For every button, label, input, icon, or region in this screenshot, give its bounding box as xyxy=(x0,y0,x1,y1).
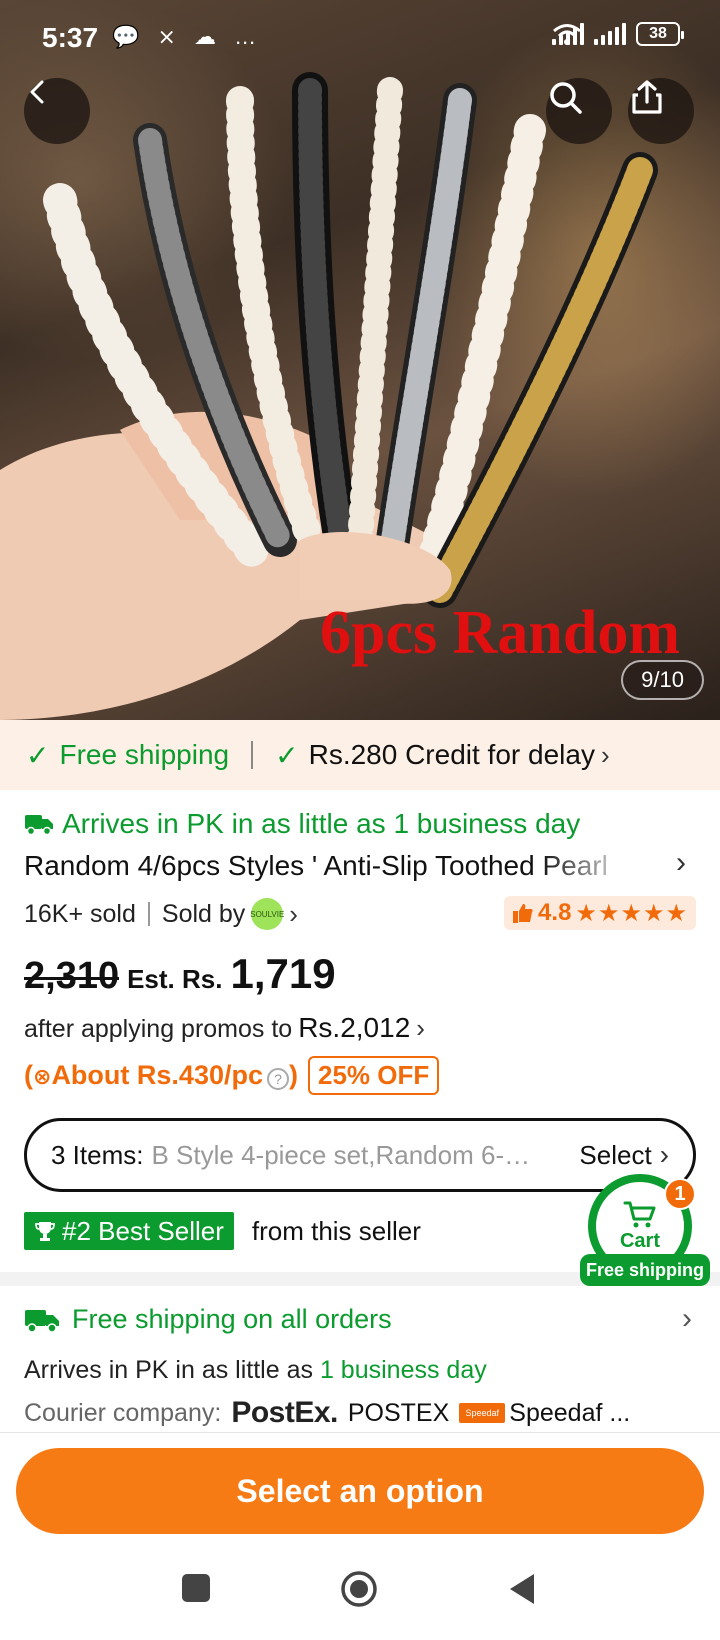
selector-value: B Style 4-piece set,Random 6-… xyxy=(151,1139,531,1170)
selector-label: 3 Items: xyxy=(51,1139,144,1170)
sold-by-label: Sold by xyxy=(161,899,246,928)
search-icon xyxy=(550,82,582,114)
courier-label: Courier company: xyxy=(24,1398,222,1427)
pieces-icon: ⊗ xyxy=(33,1064,52,1089)
back-nav-icon[interactable] xyxy=(506,1572,538,1606)
chevron-right-icon: › xyxy=(600,739,610,770)
product-meta: 16K+ sold Sold by SOULVIE › xyxy=(24,898,298,930)
discount-badge: 25% OFF xyxy=(307,1056,440,1095)
product-image[interactable]: 5:37 💬 ⨯ ☁ … 38 6pcs Random 9/10 xyxy=(0,0,720,720)
per-piece: (⊗About Rs.430/pc?) xyxy=(24,1060,298,1090)
delivery-truck-icon xyxy=(25,1309,59,1333)
per-piece-text: About Rs.430/pc xyxy=(51,1060,263,1090)
best-seller-row[interactable]: #2 Best Seller from this seller xyxy=(24,1212,421,1250)
rating-badge[interactable]: 4.8 ★★★★★ xyxy=(504,896,696,930)
delivery-truck-icon xyxy=(25,815,53,836)
courier-row: Courier company: PostEx. POSTEX Speedaf … xyxy=(24,1396,630,1430)
shipping-arrival: Arrives in PK in as little as 1 business… xyxy=(24,1356,487,1385)
status-time: 5:37 xyxy=(42,22,99,53)
divider xyxy=(147,902,150,926)
arrival-info: Arrives in PK in as little as 1 business… xyxy=(24,808,580,840)
arrival-text: Arrives in PK in as little as 1 business… xyxy=(62,808,581,839)
best-seller-text: #2 Best Seller xyxy=(62,1215,224,1246)
speedaf-logo: Speedaf xyxy=(459,1403,506,1423)
per-piece-row: (⊗About Rs.430/pc?) 25% OFF xyxy=(24,1056,440,1095)
cart-count-badge: 1 xyxy=(664,1178,696,1210)
promo-line[interactable]: after applying promos to Rs.2,012 › xyxy=(24,1012,425,1044)
back-button[interactable] xyxy=(24,78,90,144)
back-icon xyxy=(30,80,44,104)
free-shipping-label: Free shipping xyxy=(59,739,230,770)
speedaf-name: Speedaf ... xyxy=(509,1398,631,1427)
variant-selector[interactable]: 3 Items: B Style 4-piece set,Random 6-… … xyxy=(24,1118,696,1192)
promo-price: Rs.2,012 xyxy=(298,1012,411,1043)
original-price: 2,310 xyxy=(24,955,120,997)
shipping-heading[interactable]: Free shipping on all orders xyxy=(24,1304,392,1335)
sold-count: 16K+ sold xyxy=(24,899,136,928)
best-seller-badge: #2 Best Seller xyxy=(24,1212,234,1250)
select-option-button[interactable]: Select an option xyxy=(16,1448,704,1534)
chevron-right-icon[interactable]: › xyxy=(676,846,686,880)
thumbs-up-icon xyxy=(513,904,533,923)
chevron-right-icon: › xyxy=(416,1013,425,1043)
status-bar: 5:37 💬 ⨯ ☁ … 38 xyxy=(0,0,720,76)
arrival-prefix: Arrives in PK in as little as xyxy=(24,1356,313,1384)
credit-label: Rs.280 Credit for delay xyxy=(308,739,595,770)
status-right-icons: 38 xyxy=(552,22,684,46)
image-counter: 9/10 xyxy=(621,660,704,700)
star-icons: ★★★★★ xyxy=(575,899,688,927)
wifi-icon xyxy=(553,24,581,45)
help-icon[interactable]: ? xyxy=(266,1068,289,1090)
chevron-right-icon[interactable]: › xyxy=(289,899,298,930)
check-icon: ✓ xyxy=(275,739,299,771)
signal-icon xyxy=(594,23,626,45)
postex-name: POSTEX xyxy=(347,1398,450,1427)
share-icon xyxy=(632,80,662,114)
battery-indicator: 38 xyxy=(636,22,684,46)
est-label: Est. Rs. xyxy=(127,964,223,994)
seller-logo[interactable]: SOULVIE xyxy=(250,898,284,930)
check-icon: ✓ xyxy=(26,739,50,771)
price-row: 2,310 Est. Rs. 1,719 xyxy=(24,950,336,998)
divider xyxy=(251,741,254,769)
selector-action: Select xyxy=(579,1139,652,1170)
shipping-heading-text: Free shipping on all orders xyxy=(72,1304,392,1334)
est-price: 1,719 xyxy=(230,950,336,997)
chevron-right-icon: › xyxy=(659,1139,669,1170)
search-button[interactable] xyxy=(546,78,612,144)
promo-text: after applying promos to xyxy=(24,1015,293,1043)
chevron-right-icon[interactable]: › xyxy=(682,1302,692,1336)
best-seller-suffix: from this seller xyxy=(251,1215,421,1246)
share-button[interactable] xyxy=(628,78,694,144)
image-overlay-text: 6pcs Random xyxy=(320,599,681,667)
cart-shipping-tag: Free shipping xyxy=(580,1254,711,1286)
arrival-highlight: 1 business day xyxy=(319,1356,487,1384)
title-fade xyxy=(540,848,660,888)
postex-logo: PostEx. xyxy=(231,1396,338,1429)
cart-label: Cart xyxy=(619,1229,660,1252)
cart-icon xyxy=(623,1201,656,1227)
promo-strip[interactable]: ✓ Free shipping ✓ Rs.280 Credit for dela… xyxy=(0,720,720,790)
notification-icons: 💬 ⨯ ☁ … xyxy=(112,24,263,49)
home-icon[interactable] xyxy=(340,1570,378,1608)
recent-apps-icon[interactable] xyxy=(180,1572,212,1604)
rating-value: 4.8 xyxy=(538,899,572,926)
trophy-icon xyxy=(35,1222,55,1241)
